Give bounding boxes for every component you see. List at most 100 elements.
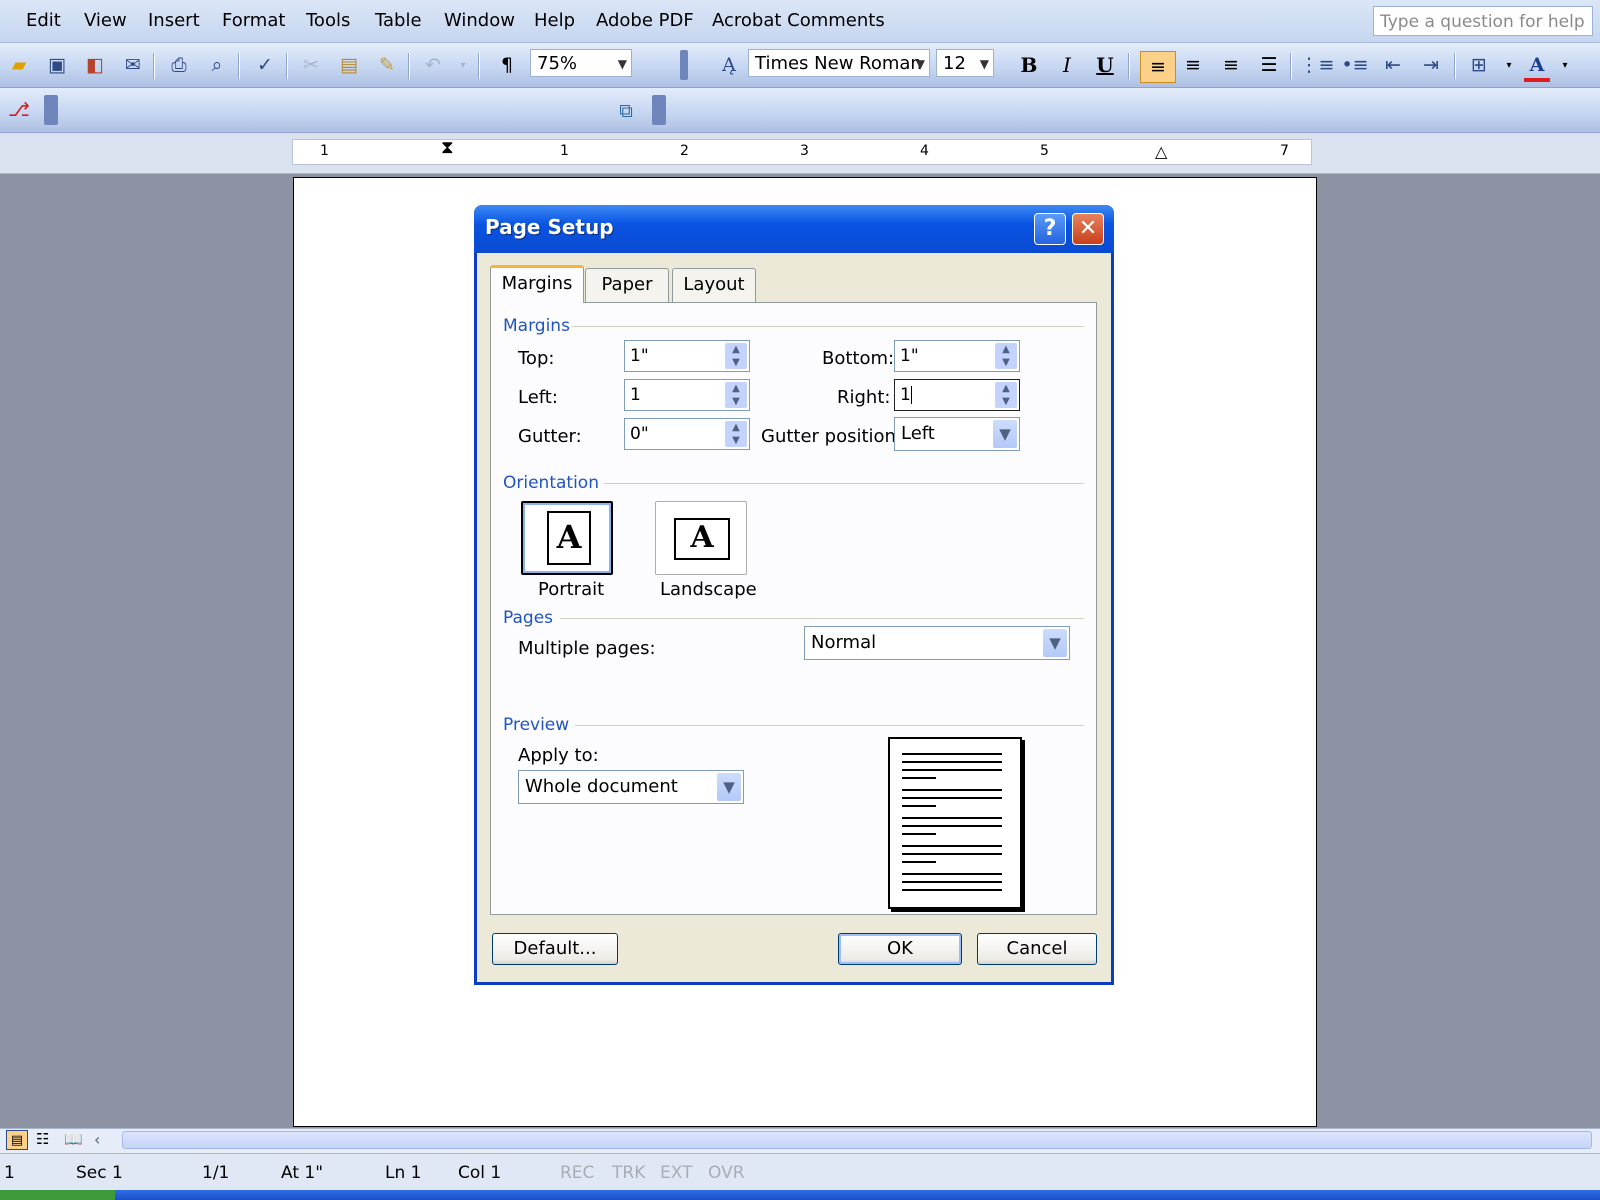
- apply-to-select[interactable]: Whole document ▼: [518, 770, 744, 804]
- close-button[interactable]: ✕: [1072, 213, 1104, 245]
- spinner-arrows-icon[interactable]: ▲ ▼: [725, 343, 747, 369]
- divider: [572, 326, 1084, 327]
- default-button[interactable]: Default...: [492, 933, 618, 965]
- menu-help[interactable]: Help: [534, 10, 575, 31]
- font-name-combo[interactable]: Times New Roman ▼: [748, 49, 930, 77]
- chevron-down-icon[interactable]: ▼: [1043, 629, 1067, 657]
- start-button[interactable]: [0, 1190, 115, 1200]
- permission-icon[interactable]: ◧: [82, 52, 108, 78]
- taskbar: [0, 1190, 1600, 1200]
- top-margin-spinner[interactable]: 1" ▲ ▼: [624, 340, 750, 372]
- align-left-icon[interactable]: ≡: [1140, 51, 1176, 83]
- email-icon[interactable]: ✉: [120, 52, 146, 78]
- menu-format[interactable]: Format: [222, 10, 285, 31]
- print-preview-icon[interactable]: ⌕: [204, 52, 230, 78]
- spinner-arrows-icon[interactable]: ▲ ▼: [725, 421, 747, 447]
- status-rec[interactable]: REC: [560, 1163, 594, 1183]
- align-center-icon[interactable]: ≡: [1180, 52, 1206, 78]
- print-icon[interactable]: ⎙: [166, 52, 192, 78]
- status-ext[interactable]: EXT: [660, 1163, 692, 1183]
- portrait-option[interactable]: A: [521, 501, 613, 575]
- justify-icon[interactable]: ☰: [1256, 52, 1282, 78]
- ok-button[interactable]: OK: [838, 933, 962, 965]
- toolbar-options-handle[interactable]: [44, 95, 58, 125]
- adobe-pdf-icon[interactable]: ⎇: [6, 97, 32, 123]
- borders-icon[interactable]: ⊞: [1466, 52, 1492, 78]
- styles-icon[interactable]: Ą: [716, 52, 742, 78]
- chevron-down-icon[interactable]: ▼: [916, 50, 925, 78]
- left-margin-spinner[interactable]: 1 ▲ ▼: [624, 379, 750, 411]
- toolbar-options-handle[interactable]: [652, 95, 666, 125]
- menu-insert[interactable]: Insert: [148, 10, 200, 31]
- font-color-icon[interactable]: A: [1524, 52, 1550, 82]
- spelling-icon[interactable]: ✓: [252, 52, 278, 78]
- preview-text-line: [902, 889, 1002, 891]
- paste-icon[interactable]: ▤: [336, 52, 362, 78]
- indent-marker-icon[interactable]: ⧗: [441, 137, 454, 158]
- status-ovr[interactable]: OVR: [708, 1163, 745, 1183]
- scrollbar-thumb[interactable]: [122, 1131, 1592, 1149]
- multiple-pages-select[interactable]: Normal ▼: [804, 626, 1070, 660]
- decrease-indent-icon[interactable]: ⇤: [1380, 52, 1406, 78]
- spinner-arrows-icon[interactable]: ▲ ▼: [995, 343, 1017, 369]
- tab-paper[interactable]: Paper: [585, 268, 669, 302]
- increase-indent-icon[interactable]: ⇥: [1418, 52, 1444, 78]
- gutter-label: Gutter:: [518, 426, 582, 447]
- font-size-combo[interactable]: 12 ▼: [936, 49, 994, 77]
- cancel-button[interactable]: Cancel: [977, 933, 1097, 965]
- menu-edit[interactable]: Edit: [26, 10, 61, 31]
- undo-icon[interactable]: ↶: [420, 52, 446, 78]
- ruler-number: 2: [680, 143, 689, 159]
- status-trk[interactable]: TRK: [612, 1163, 645, 1183]
- landscape-label[interactable]: Landscape: [660, 579, 757, 600]
- numbering-icon[interactable]: ⋮≡: [1300, 52, 1335, 78]
- bullets-icon[interactable]: •≡: [1341, 52, 1368, 78]
- font-color-dropdown-icon[interactable]: ▾: [1552, 52, 1578, 78]
- landscape-option[interactable]: A: [655, 501, 747, 575]
- help-question-input[interactable]: Type a question for help: [1373, 6, 1593, 36]
- chevron-down-icon[interactable]: ▼: [717, 773, 741, 801]
- dialog-title-bar[interactable]: Page Setup ? ✕: [474, 205, 1114, 253]
- menu-table[interactable]: Table: [375, 10, 422, 31]
- scroll-left-icon[interactable]: ‹: [94, 1130, 100, 1149]
- zoom-combo[interactable]: 75% ▼: [530, 49, 632, 77]
- bold-button[interactable]: B: [1014, 50, 1044, 80]
- portrait-label[interactable]: Portrait: [538, 579, 604, 600]
- tab-margins[interactable]: Margins: [490, 265, 584, 303]
- normal-view-icon[interactable]: ▤: [6, 1130, 28, 1150]
- toolbar-options-handle[interactable]: [680, 50, 688, 80]
- web-tool-icon[interactable]: ⧉: [608, 96, 644, 126]
- open-icon[interactable]: ▰: [6, 52, 32, 78]
- chevron-down-icon[interactable]: ▼: [618, 50, 627, 78]
- borders-dropdown-icon[interactable]: ▾: [1496, 52, 1522, 78]
- menu-acrobat-comments[interactable]: Acrobat Comments: [712, 10, 885, 31]
- outline-view-icon[interactable]: ☷: [36, 1130, 49, 1148]
- spinner-arrows-icon[interactable]: ▲ ▼: [725, 382, 747, 408]
- format-painter-icon[interactable]: ✎: [374, 52, 400, 78]
- spinner-arrows-icon[interactable]: ▲ ▼: [995, 382, 1017, 408]
- gutter-spinner[interactable]: 0" ▲ ▼: [624, 418, 750, 450]
- menu-adobe-pdf[interactable]: Adobe PDF: [596, 10, 694, 31]
- reading-layout-icon[interactable]: 📖: [64, 1130, 83, 1148]
- font-size-value: 12: [943, 53, 966, 74]
- right-margin-spinner[interactable]: 1 ▲ ▼: [894, 379, 1020, 411]
- bottom-margin-spinner[interactable]: 1" ▲ ▼: [894, 340, 1020, 372]
- underline-button[interactable]: U: [1090, 50, 1120, 80]
- apply-to-label: Apply to:: [518, 745, 599, 766]
- menu-view[interactable]: View: [84, 10, 127, 31]
- chevron-down-icon[interactable]: ▼: [980, 50, 989, 78]
- tab-layout[interactable]: Layout: [672, 268, 756, 302]
- menu-window[interactable]: Window: [444, 10, 515, 31]
- help-button[interactable]: ?: [1034, 213, 1066, 245]
- undo-dropdown-icon[interactable]: ▾: [450, 52, 476, 78]
- horizontal-ruler[interactable]: 1 1 2 3 4 5 7 ⧗ △: [292, 137, 1312, 165]
- save-icon[interactable]: ▣: [44, 52, 70, 78]
- show-hide-icon[interactable]: ¶: [494, 52, 520, 78]
- gutter-position-select[interactable]: Left ▼: [894, 417, 1020, 451]
- cut-icon[interactable]: ✂: [298, 52, 324, 78]
- chevron-down-icon[interactable]: ▼: [993, 420, 1017, 448]
- right-indent-marker-icon[interactable]: △: [1155, 142, 1167, 161]
- align-right-icon[interactable]: ≡: [1218, 52, 1244, 78]
- menu-tools[interactable]: Tools: [306, 10, 350, 31]
- italic-button[interactable]: I: [1052, 50, 1082, 80]
